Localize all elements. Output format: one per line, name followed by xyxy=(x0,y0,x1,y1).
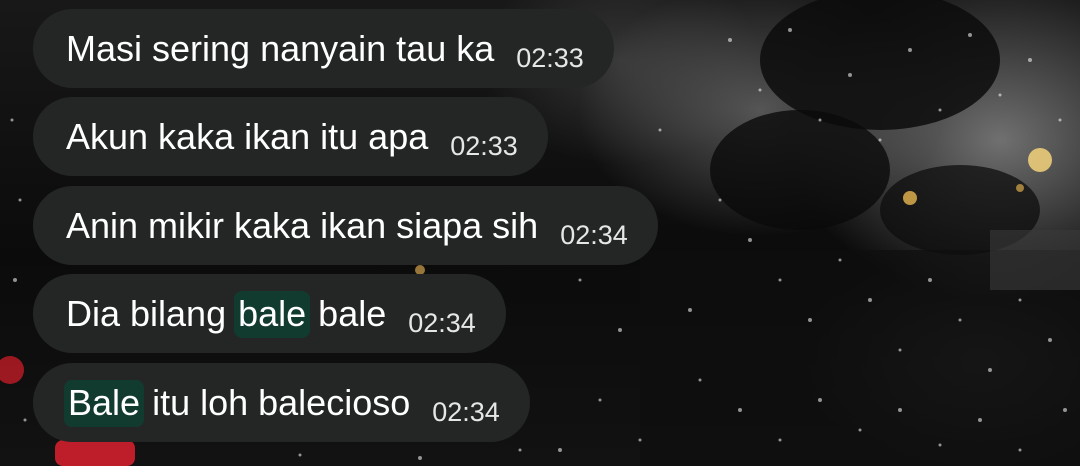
message-timestamp: 02:34 xyxy=(432,397,500,427)
message-bubble[interactable]: Masi sering nanyain tau ka 02:33 xyxy=(33,9,614,88)
message-text: Dia bilang bale bale xyxy=(66,290,387,338)
message-bubble[interactable]: Bale itu loh balecioso 02:34 xyxy=(33,363,530,442)
message-text-after: bale xyxy=(308,292,387,334)
message-bubble[interactable]: Akun kaka ikan itu apa 02:33 xyxy=(33,97,548,176)
message-text: Akun kaka ikan itu apa xyxy=(66,115,429,157)
message-text: Masi sering nanyain tau ka xyxy=(66,27,495,69)
message-timestamp: 02:33 xyxy=(450,131,518,161)
search-match-highlight: bale xyxy=(234,290,311,338)
message-text: Bale itu loh balecioso xyxy=(64,379,411,427)
message-timestamp: 02:34 xyxy=(408,308,476,338)
message-text: Anin mikir kaka ikan siapa sih xyxy=(66,204,539,246)
message-bubble[interactable]: Dia bilang bale bale 02:34 xyxy=(33,274,506,353)
message-timestamp: 02:33 xyxy=(516,43,584,73)
message-text-after: itu loh balecioso xyxy=(142,381,411,423)
message-bubble[interactable]: Anin mikir kaka ikan siapa sih 02:34 xyxy=(33,186,658,265)
search-match-highlight: Bale xyxy=(64,379,145,427)
message-text-before: Dia bilang xyxy=(66,292,237,334)
message-timestamp: 02:34 xyxy=(560,220,628,250)
